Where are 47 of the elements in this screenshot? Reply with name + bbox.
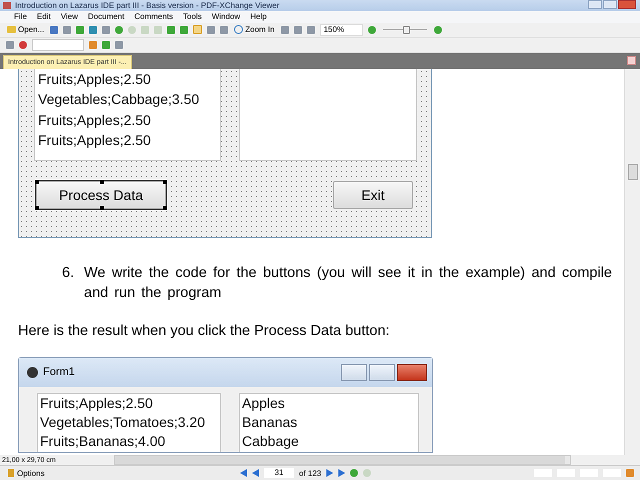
menu-item[interactable]: Help (250, 12, 267, 22)
menu-item[interactable]: Window (212, 12, 240, 22)
minimize-button[interactable] (588, 0, 602, 10)
list-item: Apples (242, 394, 286, 413)
menu-item[interactable]: Comments (134, 12, 174, 22)
menu-item[interactable]: File (14, 12, 27, 22)
zoom-in-button[interactable]: Zoom In (233, 24, 276, 36)
form-title: Form1 (43, 366, 76, 378)
close-button[interactable] (397, 364, 427, 381)
first-page-icon[interactable] (240, 469, 247, 478)
last-page-icon[interactable] (338, 469, 346, 478)
close-button[interactable] (618, 0, 636, 10)
step-text: We write the code for the buttons (you will see it in the example) and compile and run the program (84, 264, 612, 303)
list-item: Fruits;Bananas;4.00 (40, 432, 166, 451)
menu-item[interactable]: Tools (183, 12, 202, 22)
horizontal-scrollbar[interactable] (114, 455, 571, 466)
vertical-scrollbar[interactable] (624, 68, 640, 456)
minimize-button[interactable] (341, 364, 367, 381)
list-item: Fruits;Apples;2.50 (38, 131, 152, 150)
open-button[interactable]: Open... (6, 24, 46, 36)
list-item: Fruits;Apples;2.50 (40, 394, 154, 413)
list-item: Bananas (242, 412, 298, 432)
list-number: 6. (62, 264, 76, 283)
close-tab-button[interactable] (627, 56, 636, 65)
page-count: of 123 (299, 468, 322, 478)
next-page-icon[interactable] (326, 469, 334, 478)
form-button[interactable]: Process Data (36, 180, 166, 209)
page-number-field[interactable]: 31 (264, 468, 294, 478)
restore-button[interactable] (603, 0, 617, 10)
zoom-field[interactable]: 150% (320, 24, 363, 36)
menu-item[interactable]: Edit (36, 12, 51, 22)
previous-page-icon[interactable] (252, 469, 259, 478)
scroll-thumb[interactable] (115, 456, 565, 464)
list-item: Cabbage (242, 432, 300, 451)
scroll-thumb[interactable] (628, 164, 638, 180)
search-field[interactable] (32, 38, 84, 51)
list-item: Vegetables;Tomatoes;3.20 (40, 412, 206, 432)
window-title: Introduction on Lazarus IDE part III - Basis version - PDF-XChange Viewer (15, 0, 280, 10)
slider-thumb[interactable] (402, 26, 410, 34)
list-item: Fruits;Apples;2.50 (38, 110, 152, 130)
list-item: Vegetables;Cabbage;3.50 (38, 90, 200, 110)
form-button[interactable]: Exit (333, 180, 413, 209)
paragraph: Here is the result when you click the Process Data button: (18, 322, 391, 339)
menu-item[interactable]: View (60, 12, 78, 22)
options-button[interactable]: Options (0, 468, 240, 478)
list-item: Fruits;Apples;2.50 (38, 70, 152, 89)
menu-item[interactable]: Document (88, 12, 124, 22)
